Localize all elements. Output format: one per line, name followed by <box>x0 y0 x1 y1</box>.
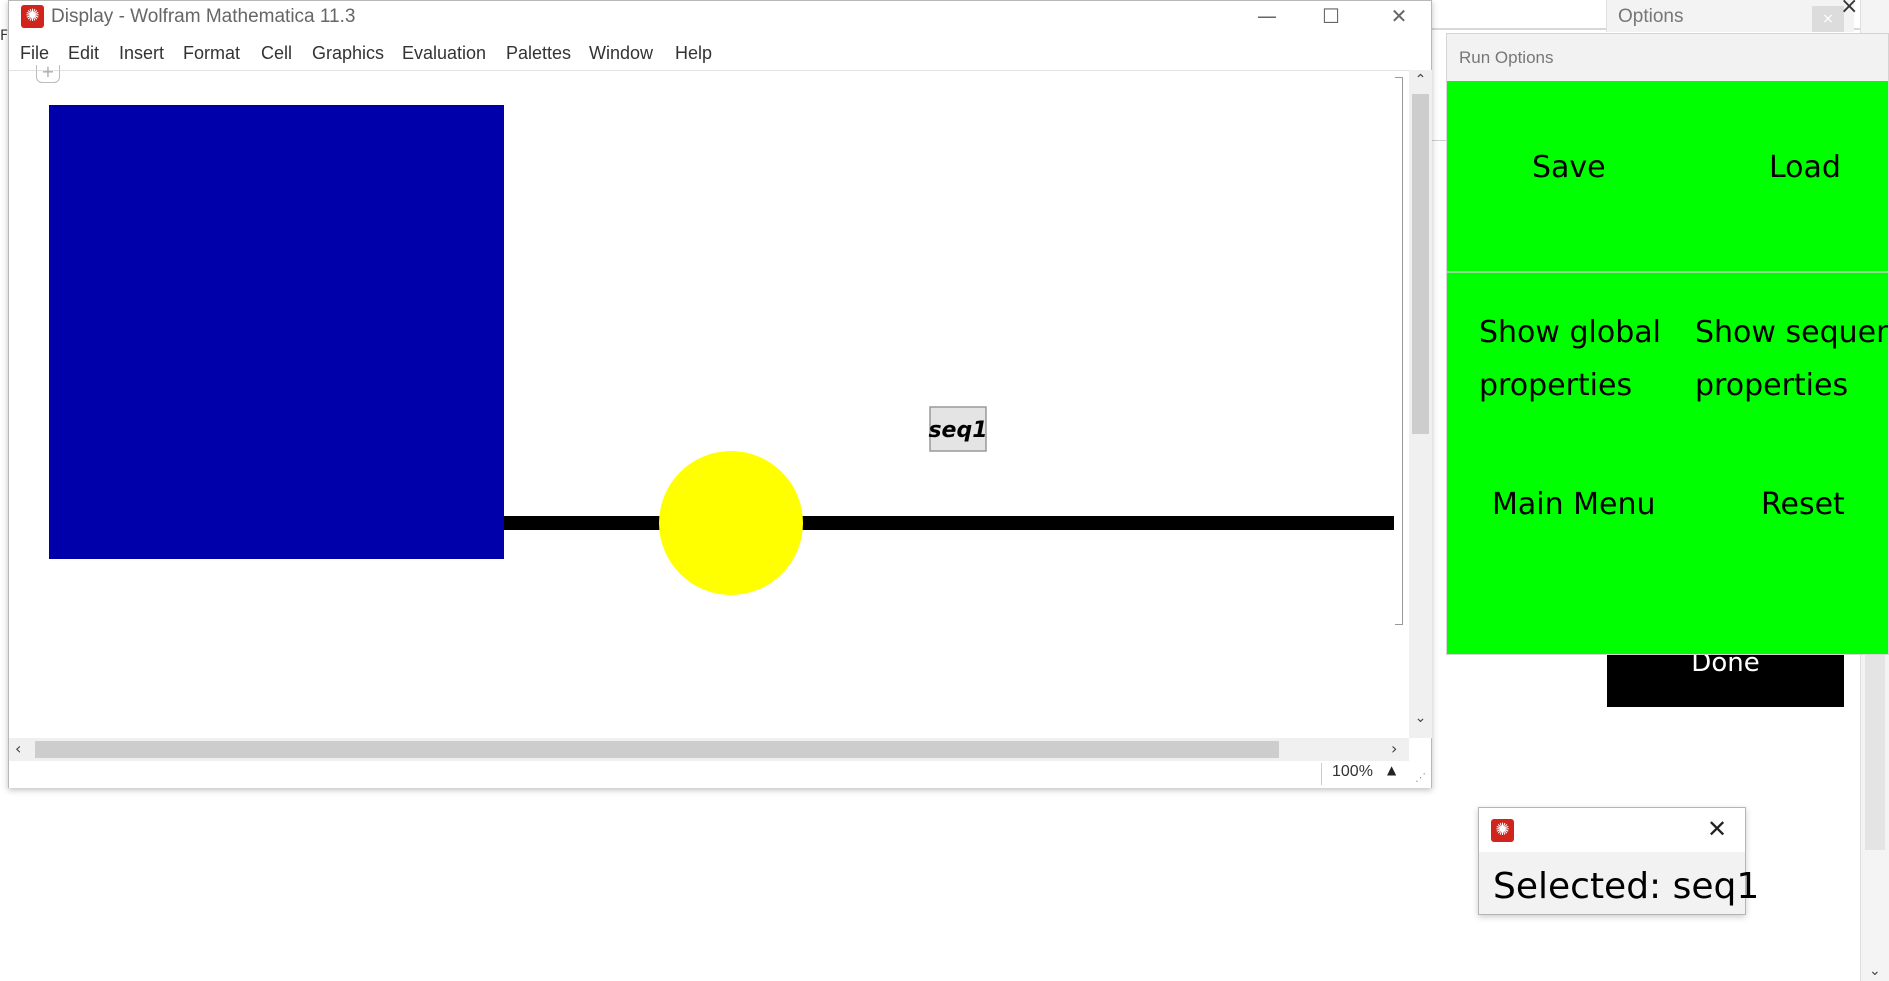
show-sequence-label-line1: Show sequence <box>1695 315 1888 350</box>
done-button[interactable]: Done <box>1607 648 1844 707</box>
chevron-left-icon[interactable]: ‹ <box>15 739 21 758</box>
load-button[interactable]: Load <box>1769 141 1841 194</box>
reset-button-label: Reset <box>1761 487 1845 522</box>
selected-popup-titlebar[interactable]: ✺ ✕ <box>1479 808 1745 852</box>
zoom-menu-arrow-icon[interactable]: ▲ <box>1387 763 1396 777</box>
run-options-window: Run Options Save Load Show global proper… <box>1446 33 1889 655</box>
maximize-button[interactable]: ☐ <box>1299 1 1363 33</box>
minimize-button[interactable]: — <box>1235 1 1299 33</box>
selected-popup-window: ✺ ✕ Selected: seq1 <box>1478 807 1759 915</box>
chevron-down-icon[interactable]: ⌄ <box>1409 710 1432 726</box>
show-sequence-properties-button[interactable]: Show sequence properties <box>1695 306 1888 412</box>
notebook-content-area[interactable]: + seq1 <box>9 64 1409 738</box>
zoom-level[interactable]: 100% <box>1321 763 1373 785</box>
run-options-title: Run Options <box>1459 48 1554 67</box>
main-menu-button[interactable]: Main Menu <box>1492 478 1656 531</box>
selected-item-text: Selected: seq1 <box>1493 866 1760 907</box>
chevron-up-icon[interactable]: ⌃ <box>1409 72 1432 88</box>
menu-file[interactable]: File <box>20 43 49 64</box>
main-menu-button-label: Main Menu <box>1492 487 1656 522</box>
show-global-label-line2: properties <box>1479 368 1633 403</box>
yellow-circle-shape[interactable] <box>659 451 803 595</box>
graphics-output[interactable]: seq1 <box>9 71 1409 671</box>
resize-grip-icon[interactable]: ⋰ <box>1415 771 1426 784</box>
seq1-label[interactable]: seq1 <box>928 418 987 443</box>
mathematica-display-window: ✺ Display - Wolfram Mathematica 11.3 — ☐… <box>8 0 1432 788</box>
mathematica-spikey-icon: ✺ <box>1491 819 1514 842</box>
close-icon[interactable]: × <box>1840 0 1858 19</box>
menu-evaluation[interactable]: Evaluation <box>402 43 486 64</box>
save-button-label: Save <box>1532 150 1606 185</box>
horizontal-scrollbar-thumb[interactable] <box>35 741 1279 758</box>
menu-edit[interactable]: Edit <box>68 43 99 64</box>
show-global-properties-button[interactable]: Show global properties <box>1479 306 1661 412</box>
menu-bar: File Edit Insert Format Cell Graphics Ev… <box>9 39 1431 69</box>
close-button[interactable]: ✕ <box>1367 1 1431 33</box>
status-bar: 100% ▲ ⋰ <box>9 761 1431 788</box>
load-button-label: Load <box>1769 150 1841 185</box>
chevron-down-icon[interactable]: ⌄ <box>1869 963 1881 979</box>
show-global-label-line1: Show global <box>1479 315 1661 350</box>
vertical-scrollbar[interactable]: ⌃ ⌄ <box>1409 70 1432 738</box>
menu-cell[interactable]: Cell <box>261 43 292 64</box>
menu-palettes[interactable]: Palettes <box>506 43 571 64</box>
background-window-edge: F <box>0 28 9 44</box>
chevron-right-icon[interactable]: › <box>1391 739 1397 758</box>
grid-divider <box>1447 271 1888 273</box>
options-window-title: Options <box>1618 6 1684 27</box>
black-line-shape <box>504 516 1394 530</box>
save-button[interactable]: Save <box>1532 141 1606 194</box>
menu-insert[interactable]: Insert <box>119 43 164 64</box>
window-titlebar[interactable]: ✺ Display - Wolfram Mathematica 11.3 — ☐… <box>9 1 1431 33</box>
mathematica-spikey-icon: ✺ <box>21 5 44 28</box>
menu-help[interactable]: Help <box>675 43 712 64</box>
vertical-scrollbar-thumb[interactable] <box>1412 94 1429 434</box>
options-window-titlebar[interactable]: Options × <box>1606 0 1854 32</box>
blue-square-shape[interactable] <box>49 105 504 559</box>
menu-format[interactable]: Format <box>183 43 240 64</box>
menu-window[interactable]: Window <box>589 43 653 64</box>
menu-graphics[interactable]: Graphics <box>312 43 384 64</box>
window-title: Display - Wolfram Mathematica 11.3 <box>51 6 356 27</box>
show-sequence-label-line2: properties <box>1695 368 1849 403</box>
horizontal-scrollbar[interactable]: ‹ › <box>9 738 1409 761</box>
close-icon[interactable]: ✕ <box>1707 815 1727 843</box>
reset-button[interactable]: Reset <box>1761 478 1845 531</box>
run-options-grid: Save Load Show global properties Show se… <box>1447 81 1888 654</box>
